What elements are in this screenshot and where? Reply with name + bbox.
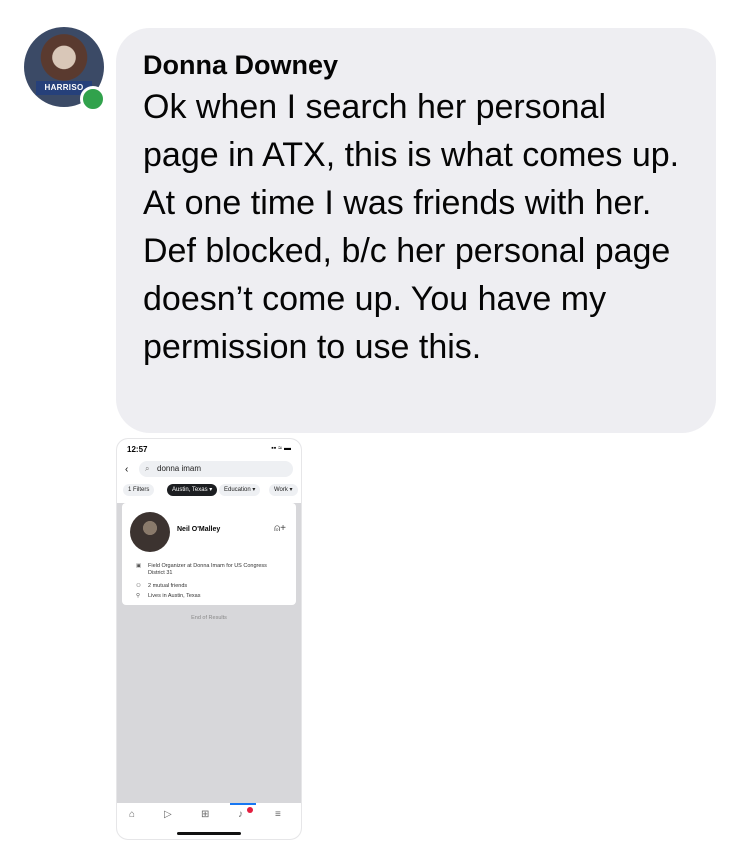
notifications-icon: ♪: [238, 809, 243, 820]
result-lives: ⚲ Lives in Austin, Texas: [136, 593, 201, 599]
end-of-results: End of Results: [191, 615, 227, 621]
menu-icon: ≡: [275, 809, 281, 820]
search-result-card: Neil O'Malley ⍝+ ▣ Field Organizer at Do…: [122, 503, 296, 605]
active-tab-indicator: [230, 803, 256, 805]
result-avatar: [130, 512, 170, 552]
phone-time: 12:57: [127, 445, 148, 454]
result-job: ▣ Field Organizer at Donna Imam for US C…: [136, 563, 267, 576]
phone-header: 12:57 ▪▪ ≈ ▬ ‹ ⌕ donna imam 1 Filters Au…: [117, 439, 301, 503]
attached-screenshot[interactable]: 12:57 ▪▪ ≈ ▬ ‹ ⌕ donna imam 1 Filters Au…: [116, 438, 302, 840]
result-mutual: ⚇ 2 mutual friends: [136, 583, 188, 589]
home-icon: ⌂: [129, 809, 136, 820]
add-friend-icon: ⍝+: [274, 523, 286, 534]
location-pin-icon: ⚲: [136, 593, 141, 599]
marketplace-icon: ⊞: [201, 809, 210, 820]
search-bar: ⌕ donna imam: [139, 461, 293, 477]
location-chip: Austin, Texas ▾: [167, 484, 218, 496]
result-name: Neil O'Malley: [177, 526, 221, 533]
comment-text: Ok when I search her personal page in AT…: [143, 88, 680, 366]
video-icon: ▷: [164, 809, 172, 820]
filter-chips: 1 Filters Austin, Texas ▾ Education ▾ Wo…: [123, 484, 298, 498]
status-icons: ▪▪ ≈ ▬: [271, 445, 291, 452]
search-icon: ⌕: [145, 464, 150, 473]
education-label: Education: [224, 487, 251, 493]
online-status-indicator: [80, 86, 106, 112]
notification-badge: [247, 807, 253, 813]
filters-label: Filters: [133, 487, 150, 493]
comment-bubble: Donna Downey Ok when I search her person…: [116, 28, 716, 433]
home-indicator: [177, 832, 241, 835]
education-chip: Education ▾: [219, 484, 261, 496]
location-label: Austin, Texas: [172, 487, 208, 493]
briefcase-icon: ▣: [136, 563, 142, 569]
work-label: Work: [274, 487, 288, 493]
search-query: donna imam: [157, 464, 202, 473]
friends-icon: ⚇: [136, 583, 141, 589]
work-chip: Work ▾: [269, 484, 298, 496]
back-icon: ‹: [125, 464, 129, 475]
filters-chip: 1 Filters: [123, 484, 155, 496]
filters-count: 1: [128, 487, 132, 493]
sender-name[interactable]: Donna Downey: [143, 48, 690, 82]
